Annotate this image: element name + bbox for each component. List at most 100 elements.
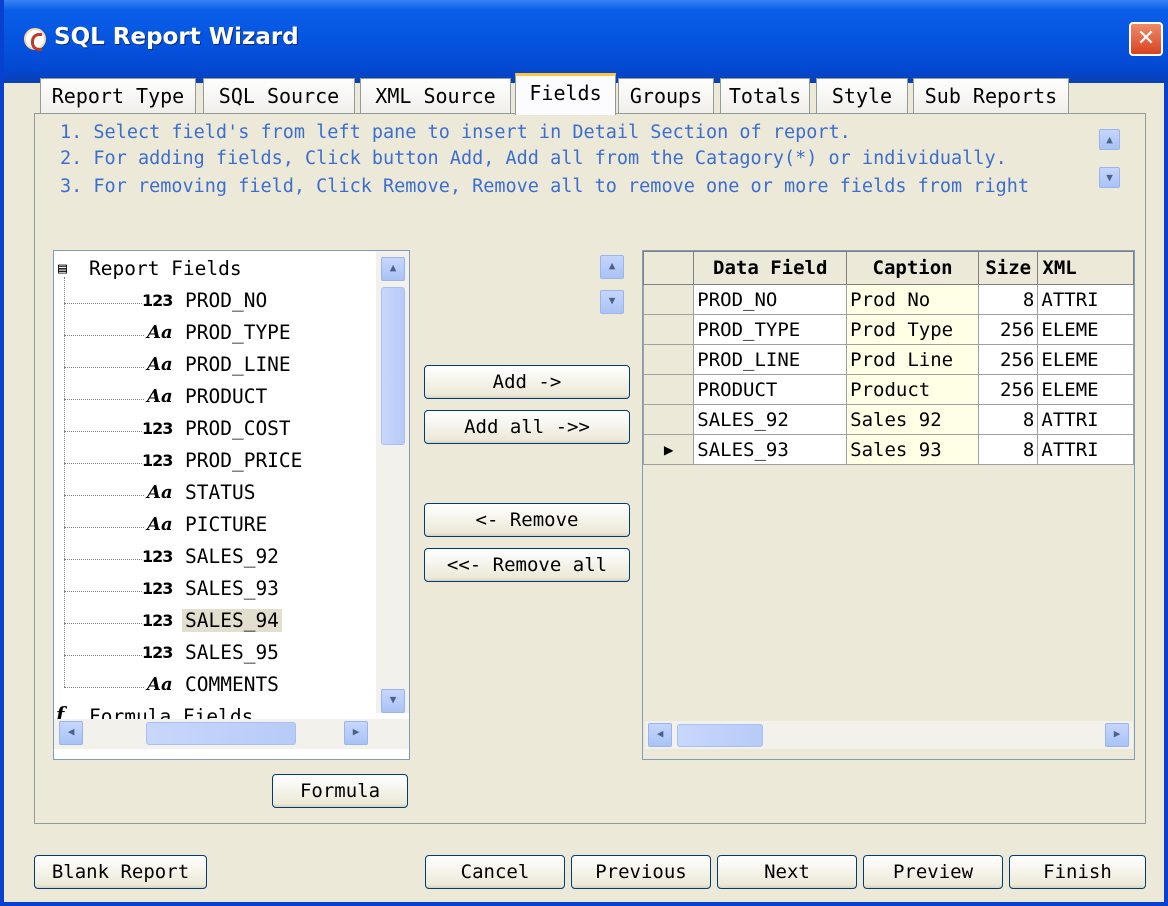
add-button[interactable]: Add -> [424, 365, 630, 399]
cell-xml[interactable]: ELEME [1037, 344, 1134, 375]
tree-field-item[interactable]: STATUS [182, 481, 258, 504]
row-selector[interactable] [643, 284, 695, 315]
cell-size[interactable]: 8 [978, 434, 1039, 465]
title-bar[interactable]: SQL Report Wizard ✕ [4, 0, 1168, 83]
table-row[interactable]: SALES_92 Sales 92 8 ATTRI [643, 404, 1134, 435]
tree-field-item[interactable]: PICTURE [182, 513, 270, 536]
cell-size[interactable]: 8 [978, 284, 1039, 315]
grid-horizontal-thumb[interactable] [677, 724, 763, 747]
tree-field-item[interactable]: SALES_95 [182, 641, 282, 664]
tree-connector [64, 399, 144, 400]
formula-button[interactable]: Formula [272, 774, 408, 808]
tab-sub-reports[interactable]: Sub Reports [913, 78, 1069, 114]
tree-field-item[interactable]: COMMENTS [182, 673, 282, 696]
cell-size[interactable]: 256 [978, 374, 1039, 405]
tab-xml-source[interactable]: XML Source [360, 78, 511, 114]
preview-button[interactable]: Preview [863, 855, 1003, 889]
cell-caption[interactable]: Prod Line [846, 344, 980, 375]
tab-report-type[interactable]: Report Type [40, 78, 196, 114]
cell-caption[interactable]: Product [846, 374, 980, 405]
remove-button[interactable]: <- Remove [424, 503, 630, 537]
cell-caption[interactable]: Prod No [846, 284, 980, 315]
tree-field-item-selected[interactable]: SALES_94 [182, 609, 282, 632]
tree-field-item[interactable]: PROD_COST [182, 417, 294, 440]
row-selector[interactable] [643, 404, 695, 435]
cell-xml[interactable]: ATTRI [1037, 404, 1134, 435]
grid-corner-cell [643, 251, 695, 285]
cell-xml[interactable]: ATTRI [1037, 434, 1134, 465]
blank-report-button[interactable]: Blank Report [34, 855, 207, 889]
row-selector[interactable] [643, 374, 695, 405]
table-row[interactable]: PROD_LINE Prod Line 256 ELEME [643, 344, 1134, 375]
tab-groups[interactable]: Groups [618, 78, 714, 114]
cell-caption[interactable]: Sales 93 [846, 434, 980, 465]
tree-connector [64, 303, 142, 304]
tree-connector [64, 527, 144, 528]
column-header-size[interactable]: Size [978, 251, 1039, 285]
tree-scroll-down-icon[interactable]: ▼ [381, 689, 405, 713]
row-selector[interactable] [643, 314, 695, 345]
cell-caption[interactable]: Prod Type [846, 314, 980, 345]
grid-scroll-left-icon[interactable]: ◀ [648, 723, 672, 747]
row-selector[interactable] [643, 344, 695, 375]
cell-data-field[interactable]: PROD_TYPE [693, 314, 848, 345]
next-button[interactable]: Next [717, 855, 857, 889]
finish-button[interactable]: Finish [1009, 855, 1146, 889]
cell-data-field[interactable]: SALES_93 [693, 434, 848, 465]
grid-header-row: Data Field Caption Size XML [643, 251, 1134, 285]
text-field-icon: Aa [147, 674, 173, 695]
tree-field-item[interactable]: PROD_TYPE [182, 321, 294, 344]
tree-field-item[interactable]: PROD_LINE [182, 353, 294, 376]
tree-field-item[interactable]: PROD_NO [182, 289, 270, 312]
column-header-xml[interactable]: XML [1037, 251, 1134, 285]
tree-root-report-fields[interactable]: Report Fields [89, 257, 242, 280]
tree-scroll-right-icon[interactable]: ▶ [344, 721, 368, 745]
report-fields-icon: ▤ [58, 259, 68, 277]
tab-fields[interactable]: Fields [515, 73, 616, 115]
tree-horizontal-thumb[interactable] [146, 722, 296, 745]
cell-caption[interactable]: Sales 92 [846, 404, 980, 435]
table-row[interactable]: ▶ SALES_93 Sales 93 8 ATTRI [643, 434, 1134, 465]
instructions-scroll-down-icon[interactable]: ▼ [1099, 167, 1120, 188]
numeric-field-icon: 123 [142, 451, 173, 470]
table-row[interactable]: PROD_TYPE Prod Type 256 ELEME [643, 314, 1134, 345]
numeric-field-icon: 123 [142, 579, 173, 598]
cell-data-field[interactable]: SALES_92 [693, 404, 848, 435]
add-all-button[interactable]: Add all ->> [424, 410, 630, 444]
cell-data-field[interactable]: PROD_NO [693, 284, 848, 315]
tree-field-item[interactable]: PROD_PRICE [182, 449, 305, 472]
grid-move-down-icon[interactable]: ▼ [600, 290, 624, 314]
grid-move-up-icon[interactable]: ▲ [600, 255, 624, 279]
cancel-button[interactable]: Cancel [425, 855, 565, 889]
cell-xml[interactable]: ELEME [1037, 374, 1134, 405]
tree-field-item[interactable]: SALES_93 [182, 577, 282, 600]
tab-style[interactable]: Style [816, 78, 908, 114]
row-selector[interactable]: ▶ [643, 434, 695, 465]
tree-vertical-thumb[interactable] [381, 287, 405, 445]
table-row[interactable]: PROD_NO Prod No 8 ATTRI [643, 284, 1134, 315]
selected-fields-grid[interactable]: Data Field Caption Size XML PROD_NO Prod … [642, 250, 1135, 760]
table-row[interactable]: PRODUCT Product 256 ELEME [643, 374, 1134, 405]
tree-scroll-left-icon[interactable]: ◀ [59, 721, 83, 745]
tree-field-item[interactable]: PRODUCT [182, 385, 270, 408]
tab-sql-source[interactable]: SQL Source [203, 78, 355, 114]
column-header-data-field[interactable]: Data Field [693, 251, 848, 285]
cell-size[interactable]: 8 [978, 404, 1039, 435]
cell-size[interactable]: 256 [978, 344, 1039, 375]
cell-size[interactable]: 256 [978, 314, 1039, 345]
cell-data-field[interactable]: PROD_LINE [693, 344, 848, 375]
tree-scroll-up-icon[interactable]: ▲ [381, 257, 405, 281]
report-fields-tree[interactable]: ▤ Report Fields 123 PROD_NO Aa PROD_TYPE Aa P… [53, 250, 410, 760]
cell-xml[interactable]: ATTRI [1037, 284, 1134, 315]
grid-scroll-right-icon[interactable]: ▶ [1105, 723, 1129, 747]
close-button[interactable]: ✕ [1129, 22, 1163, 56]
previous-button[interactable]: Previous [571, 855, 711, 889]
tree-field-item[interactable]: SALES_92 [182, 545, 282, 568]
instructions-scroll-up-icon[interactable]: ▲ [1099, 129, 1120, 150]
numeric-field-icon: 123 [142, 611, 173, 630]
remove-all-button[interactable]: <<- Remove all [424, 548, 630, 582]
cell-xml[interactable]: ELEME [1037, 314, 1134, 345]
column-header-caption[interactable]: Caption [846, 251, 980, 285]
cell-data-field[interactable]: PRODUCT [693, 374, 848, 405]
tab-totals[interactable]: Totals [720, 78, 810, 114]
